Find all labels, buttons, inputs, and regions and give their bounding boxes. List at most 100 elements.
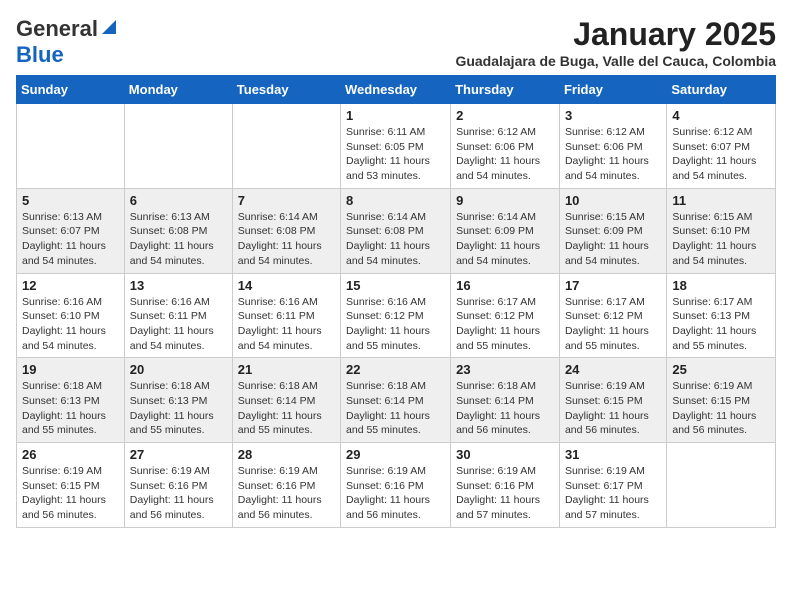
calendar-cell: 5 Sunrise: 6:13 AM Sunset: 6:07 PM Daylig… [17, 188, 125, 273]
weekday-header-wednesday: Wednesday [341, 76, 451, 104]
weekday-header-thursday: Thursday [451, 76, 560, 104]
day-number: 23 [456, 362, 554, 377]
day-number: 22 [346, 362, 445, 377]
calendar-week-row: 12 Sunrise: 6:16 AM Sunset: 6:10 PM Dayli… [17, 273, 776, 358]
day-info: Sunrise: 6:18 AM Sunset: 6:14 PM Dayligh… [456, 379, 554, 438]
day-number: 6 [130, 193, 227, 208]
day-number: 30 [456, 447, 554, 462]
calendar-cell: 26Sunrise: 6:19 AM Sunset: 6:15 PM Dayli… [17, 443, 125, 528]
calendar-cell: 4 Sunrise: 6:12 AM Sunset: 6:07 PM Daylig… [667, 104, 776, 189]
calendar-cell [17, 104, 125, 189]
calendar-week-row: 26Sunrise: 6:19 AM Sunset: 6:15 PM Dayli… [17, 443, 776, 528]
day-info: Sunrise: 6:18 AM Sunset: 6:14 PM Dayligh… [346, 379, 445, 438]
day-number: 24 [565, 362, 661, 377]
day-number: 15 [346, 278, 445, 293]
calendar-table: SundayMondayTuesdayWednesdayThursdayFrid… [16, 75, 776, 528]
calendar-cell: 29 Sunrise: 6:19 AM Sunset: 6:16 PM Dayli… [341, 443, 451, 528]
weekday-header-sunday: Sunday [17, 76, 125, 104]
calendar-week-row: 19Sunrise: 6:18 AM Sunset: 6:13 PM Dayli… [17, 358, 776, 443]
day-number: 18 [672, 278, 770, 293]
day-info: Sunrise: 6:15 AM Sunset: 6:09 PM Dayligh… [565, 210, 661, 269]
day-number: 14 [238, 278, 335, 293]
day-number: 31 [565, 447, 661, 462]
day-info: Sunrise: 6:15 AM Sunset: 6:10 PM Dayligh… [672, 210, 770, 269]
page-header: General Blue January 2025 Guadalajara de… [16, 16, 776, 69]
calendar-cell: 10 Sunrise: 6:15 AM Sunset: 6:09 PM Dayli… [559, 188, 666, 273]
day-info: Sunrise: 6:19 AM Sunset: 6:16 PM Dayligh… [130, 464, 227, 523]
calendar-cell: 13Sunrise: 6:16 AM Sunset: 6:11 PM Dayli… [124, 273, 232, 358]
day-number: 27 [130, 447, 227, 462]
day-number: 10 [565, 193, 661, 208]
day-info: Sunrise: 6:12 AM Sunset: 6:06 PM Dayligh… [565, 125, 661, 184]
day-info: Sunrise: 6:19 AM Sunset: 6:16 PM Dayligh… [456, 464, 554, 523]
day-info: Sunrise: 6:13 AM Sunset: 6:07 PM Dayligh… [22, 210, 119, 269]
subtitle: Guadalajara de Buga, Valle del Cauca, Co… [455, 53, 776, 69]
calendar-cell: 2 Sunrise: 6:12 AM Sunset: 6:06 PM Daylig… [451, 104, 560, 189]
day-info: Sunrise: 6:13 AM Sunset: 6:08 PM Dayligh… [130, 210, 227, 269]
calendar-cell: 1 Sunrise: 6:11 AM Sunset: 6:05 PM Daylig… [341, 104, 451, 189]
calendar-cell: 21Sunrise: 6:18 AM Sunset: 6:14 PM Dayli… [232, 358, 340, 443]
day-number: 12 [22, 278, 119, 293]
day-info: Sunrise: 6:19 AM Sunset: 6:16 PM Dayligh… [238, 464, 335, 523]
calendar-week-row: 1 Sunrise: 6:11 AM Sunset: 6:05 PM Daylig… [17, 104, 776, 189]
day-info: Sunrise: 6:16 AM Sunset: 6:10 PM Dayligh… [22, 295, 119, 354]
weekday-header-monday: Monday [124, 76, 232, 104]
day-number: 20 [130, 362, 227, 377]
weekday-header-row: SundayMondayTuesdayWednesdayThursdayFrid… [17, 76, 776, 104]
calendar-cell: 9Sunrise: 6:14 AM Sunset: 6:09 PM Daylig… [451, 188, 560, 273]
calendar-cell: 30 Sunrise: 6:19 AM Sunset: 6:16 PM Dayli… [451, 443, 560, 528]
logo: General Blue [16, 16, 118, 68]
calendar-cell: 27 Sunrise: 6:19 AM Sunset: 6:16 PM Dayli… [124, 443, 232, 528]
day-info: Sunrise: 6:18 AM Sunset: 6:13 PM Dayligh… [130, 379, 227, 438]
day-info: Sunrise: 6:16 AM Sunset: 6:11 PM Dayligh… [130, 295, 227, 354]
day-number: 5 [22, 193, 119, 208]
day-number: 29 [346, 447, 445, 462]
day-info: Sunrise: 6:19 AM Sunset: 6:15 PM Dayligh… [672, 379, 770, 438]
calendar-cell: 24 Sunrise: 6:19 AM Sunset: 6:15 PM Dayli… [559, 358, 666, 443]
day-info: Sunrise: 6:11 AM Sunset: 6:05 PM Dayligh… [346, 125, 445, 184]
day-number: 11 [672, 193, 770, 208]
calendar-cell: 19Sunrise: 6:18 AM Sunset: 6:13 PM Dayli… [17, 358, 125, 443]
calendar-cell: 6 Sunrise: 6:13 AM Sunset: 6:08 PM Daylig… [124, 188, 232, 273]
calendar-cell: 15 Sunrise: 6:16 AM Sunset: 6:12 PM Dayli… [341, 273, 451, 358]
day-number: 4 [672, 108, 770, 123]
calendar-cell: 20 Sunrise: 6:18 AM Sunset: 6:13 PM Dayli… [124, 358, 232, 443]
day-info: Sunrise: 6:19 AM Sunset: 6:15 PM Dayligh… [22, 464, 119, 523]
logo-blue: Blue [16, 42, 64, 67]
day-info: Sunrise: 6:12 AM Sunset: 6:06 PM Dayligh… [456, 125, 554, 184]
day-info: Sunrise: 6:18 AM Sunset: 6:13 PM Dayligh… [22, 379, 119, 438]
day-info: Sunrise: 6:16 AM Sunset: 6:12 PM Dayligh… [346, 295, 445, 354]
day-number: 17 [565, 278, 661, 293]
weekday-header-tuesday: Tuesday [232, 76, 340, 104]
calendar-cell: 18Sunrise: 6:17 AM Sunset: 6:13 PM Dayli… [667, 273, 776, 358]
day-number: 3 [565, 108, 661, 123]
month-title: January 2025 [455, 16, 776, 53]
day-number: 16 [456, 278, 554, 293]
calendar-cell [667, 443, 776, 528]
calendar-cell: 11 Sunrise: 6:15 AM Sunset: 6:10 PM Dayli… [667, 188, 776, 273]
day-number: 2 [456, 108, 554, 123]
logo-triangle-icon [100, 18, 118, 41]
calendar-cell: 14Sunrise: 6:16 AM Sunset: 6:11 PM Dayli… [232, 273, 340, 358]
calendar-cell [124, 104, 232, 189]
day-info: Sunrise: 6:12 AM Sunset: 6:07 PM Dayligh… [672, 125, 770, 184]
day-number: 28 [238, 447, 335, 462]
day-number: 7 [238, 193, 335, 208]
calendar-cell: 17Sunrise: 6:17 AM Sunset: 6:12 PM Dayli… [559, 273, 666, 358]
day-info: Sunrise: 6:19 AM Sunset: 6:15 PM Dayligh… [565, 379, 661, 438]
day-info: Sunrise: 6:19 AM Sunset: 6:17 PM Dayligh… [565, 464, 661, 523]
calendar-week-row: 5 Sunrise: 6:13 AM Sunset: 6:07 PM Daylig… [17, 188, 776, 273]
calendar-cell: 8 Sunrise: 6:14 AM Sunset: 6:08 PM Daylig… [341, 188, 451, 273]
weekday-header-friday: Friday [559, 76, 666, 104]
calendar-cell: 31 Sunrise: 6:19 AM Sunset: 6:17 PM Dayli… [559, 443, 666, 528]
calendar-cell: 25Sunrise: 6:19 AM Sunset: 6:15 PM Dayli… [667, 358, 776, 443]
day-info: Sunrise: 6:14 AM Sunset: 6:08 PM Dayligh… [346, 210, 445, 269]
day-number: 8 [346, 193, 445, 208]
calendar-cell: 28 Sunrise: 6:19 AM Sunset: 6:16 PM Dayli… [232, 443, 340, 528]
day-number: 21 [238, 362, 335, 377]
day-info: Sunrise: 6:19 AM Sunset: 6:16 PM Dayligh… [346, 464, 445, 523]
calendar-cell: 22 Sunrise: 6:18 AM Sunset: 6:14 PM Dayli… [341, 358, 451, 443]
calendar-cell: 7Sunrise: 6:14 AM Sunset: 6:08 PM Daylig… [232, 188, 340, 273]
day-number: 1 [346, 108, 445, 123]
day-info: Sunrise: 6:17 AM Sunset: 6:12 PM Dayligh… [456, 295, 554, 354]
